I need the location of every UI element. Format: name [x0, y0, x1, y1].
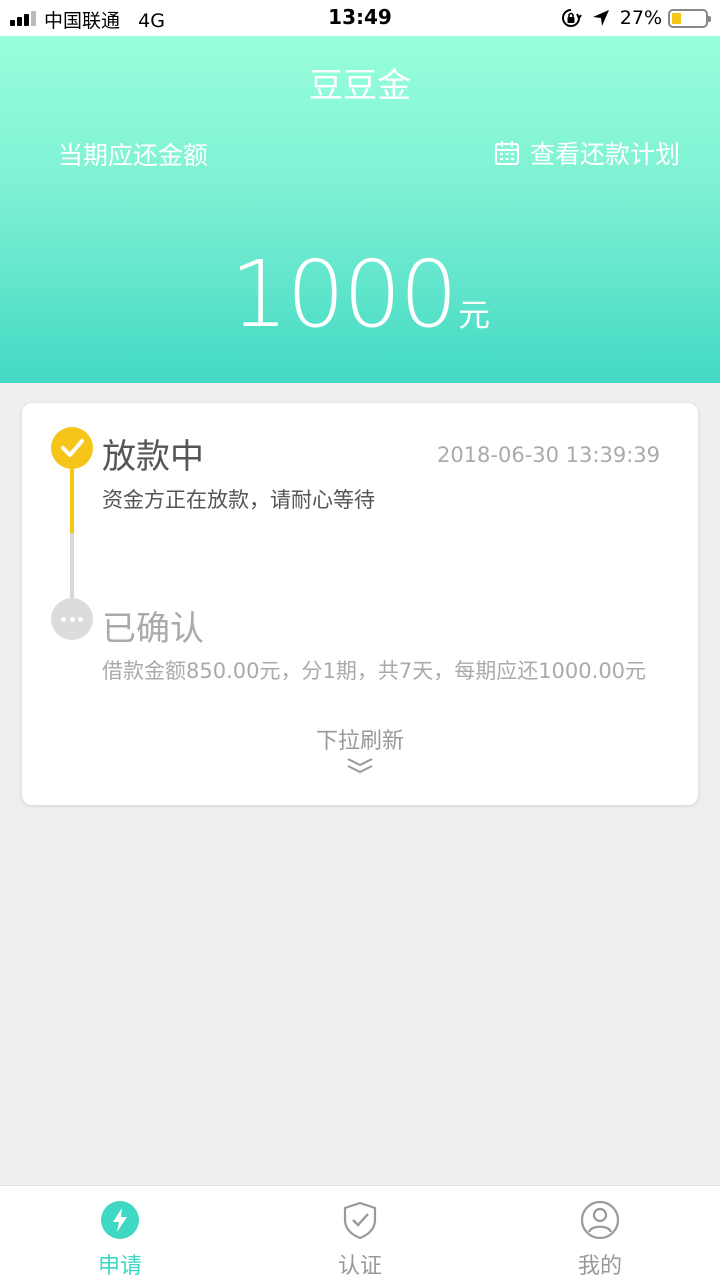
battery-fill	[672, 12, 681, 24]
tab-mine-label: 我的	[577, 1254, 622, 1279]
location-arrow-icon	[592, 10, 609, 26]
step-title-confirmed: 已确认	[102, 609, 204, 649]
pull-to-refresh-label: 下拉刷新	[315, 729, 404, 754]
step-time: 2018-06-30 13:39:39	[436, 443, 660, 467]
user-icon	[580, 1200, 620, 1240]
due-amount-label: 当期应还金额	[58, 141, 209, 170]
step-title-disbursing: 放款中	[102, 437, 204, 477]
tab-apply[interactable]: 申请	[0, 1186, 240, 1280]
due-amount: 1000元	[0, 241, 720, 348]
step-desc-disbursing: 资金方正在放款，请耐心等待	[102, 488, 375, 512]
due-amount-value: 1000	[229, 241, 458, 348]
battery-percent: 27%	[619, 7, 662, 29]
shield-check-icon	[343, 1201, 377, 1240]
lightning-icon	[101, 1201, 139, 1239]
timeline-line-pending	[70, 533, 74, 603]
calendar-icon	[494, 141, 519, 165]
battery-icon	[668, 8, 711, 28]
orientation-lock-icon	[561, 9, 582, 27]
status-bar: 中国联通 4G 13:49 27%	[0, 0, 720, 36]
double-chevron-down-icon	[347, 758, 373, 774]
timeline-line-done	[70, 463, 74, 533]
tab-bar: 申请 认证 我的	[0, 1185, 720, 1280]
header: 豆豆金 当期应还金额 查看还款计划 1000元	[0, 36, 720, 383]
tab-mine[interactable]: 我的	[480, 1186, 720, 1280]
due-amount-unit: 元	[458, 296, 491, 334]
step-desc-confirmed: 借款金额850.00元，分1期，共7天，每期应还1000.00元	[102, 659, 647, 683]
more-dots-icon	[51, 598, 93, 640]
tab-verify-label: 认证	[337, 1254, 382, 1279]
tab-apply-label: 申请	[97, 1254, 142, 1279]
repayment-plan-label: 查看还款计划	[529, 140, 680, 169]
tab-verify[interactable]: 认证	[240, 1186, 480, 1280]
repayment-plan-link[interactable]: 查看还款计划	[494, 135, 680, 171]
loan-status-card: 放款中 2018-06-30 13:39:39 资金方正在放款，请耐心等待 已确…	[22, 403, 698, 805]
page-title: 豆豆金	[309, 66, 411, 106]
check-icon	[51, 427, 93, 469]
